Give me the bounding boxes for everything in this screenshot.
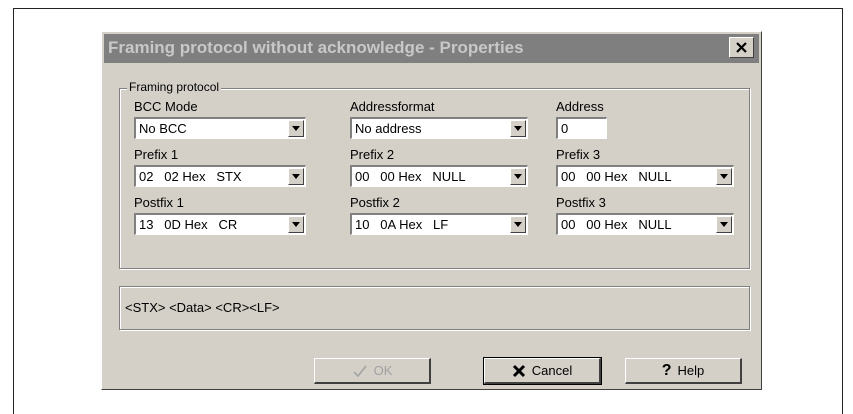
postfix3-select[interactable]: 00 00 Hex NULL	[556, 213, 734, 235]
bcc-mode-label: BCC Mode	[134, 99, 198, 114]
postfix1-select[interactable]: 13 0D Hex CR	[134, 213, 306, 235]
chevron-down-icon	[292, 174, 300, 179]
chevron-down-icon	[514, 222, 522, 227]
dropdown-button[interactable]	[716, 216, 732, 233]
dropdown-button[interactable]	[510, 216, 526, 233]
prefix1-value: 02 02 Hex STX	[139, 169, 242, 184]
dropdown-button[interactable]	[288, 168, 304, 185]
bcc-mode-value: No BCC	[139, 121, 187, 136]
postfix2-value: 10 0A Hex LF	[355, 217, 449, 232]
dialog-title: Framing protocol without acknowledge - P…	[108, 38, 524, 57]
postfix1-label: Postfix 1	[134, 195, 184, 210]
bcc-mode-select[interactable]: No BCC	[134, 117, 306, 139]
address-format-label: Addressformat	[350, 99, 435, 114]
question-icon: ?	[661, 361, 672, 379]
postfix1-value: 13 0D Hex CR	[139, 217, 238, 232]
chevron-down-icon	[292, 222, 300, 227]
prefix2-select[interactable]: 00 00 Hex NULL	[350, 165, 528, 187]
chevron-down-icon	[720, 174, 728, 179]
chevron-down-icon	[720, 222, 728, 227]
postfix3-value: 00 00 Hex NULL	[561, 217, 672, 232]
ok-label: OK	[373, 363, 393, 378]
postfix2-select[interactable]: 10 0A Hex LF	[350, 213, 528, 235]
address-value: 0	[561, 121, 569, 136]
dropdown-button[interactable]	[510, 168, 526, 185]
prefix1-label: Prefix 1	[134, 147, 179, 162]
group-legend: Framing protocol	[127, 80, 222, 94]
x-icon	[512, 364, 525, 377]
title-bar[interactable]: Framing protocol without acknowledge - P…	[104, 34, 759, 63]
frame-preview-box: <STX> <Data> <CR><LF>	[119, 286, 750, 330]
check-icon	[353, 365, 367, 377]
dropdown-button[interactable]	[288, 120, 304, 137]
chevron-down-icon	[514, 126, 522, 131]
prefix3-value: 00 00 Hex NULL	[561, 169, 672, 184]
frame-preview-text: <STX> <Data> <CR><LF>	[125, 300, 280, 315]
chevron-down-icon	[514, 174, 522, 179]
ok-button[interactable]: OK	[314, 358, 431, 384]
chevron-down-icon	[292, 126, 300, 131]
help-label: Help	[677, 363, 705, 378]
dropdown-button[interactable]	[716, 168, 732, 185]
cancel-label: Cancel	[531, 363, 573, 378]
dropdown-button[interactable]	[288, 216, 304, 233]
prefix3-label: Prefix 3	[556, 147, 601, 162]
address-format-select[interactable]: No address	[350, 117, 528, 139]
postfix3-label: Postfix 3	[556, 195, 606, 210]
prefix1-select[interactable]: 02 02 Hex STX	[134, 165, 306, 187]
framing-protocol-group: Framing protocol BCC Mode No BCC Address…	[119, 80, 750, 269]
close-icon	[736, 42, 747, 53]
close-button[interactable]	[729, 37, 754, 58]
dropdown-button[interactable]	[510, 120, 526, 137]
help-button[interactable]: ? Help	[625, 358, 742, 384]
address-label: Address	[556, 99, 604, 114]
address-input[interactable]: 0	[556, 117, 607, 139]
prefix2-label: Prefix 2	[350, 147, 395, 162]
properties-dialog: Framing protocol without acknowledge - P…	[101, 31, 762, 390]
prefix3-select[interactable]: 00 00 Hex NULL	[556, 165, 734, 187]
postfix2-label: Postfix 2	[350, 195, 400, 210]
cancel-button[interactable]: Cancel	[483, 357, 602, 385]
address-format-value: No address	[355, 121, 422, 136]
prefix2-value: 00 00 Hex NULL	[355, 169, 466, 184]
